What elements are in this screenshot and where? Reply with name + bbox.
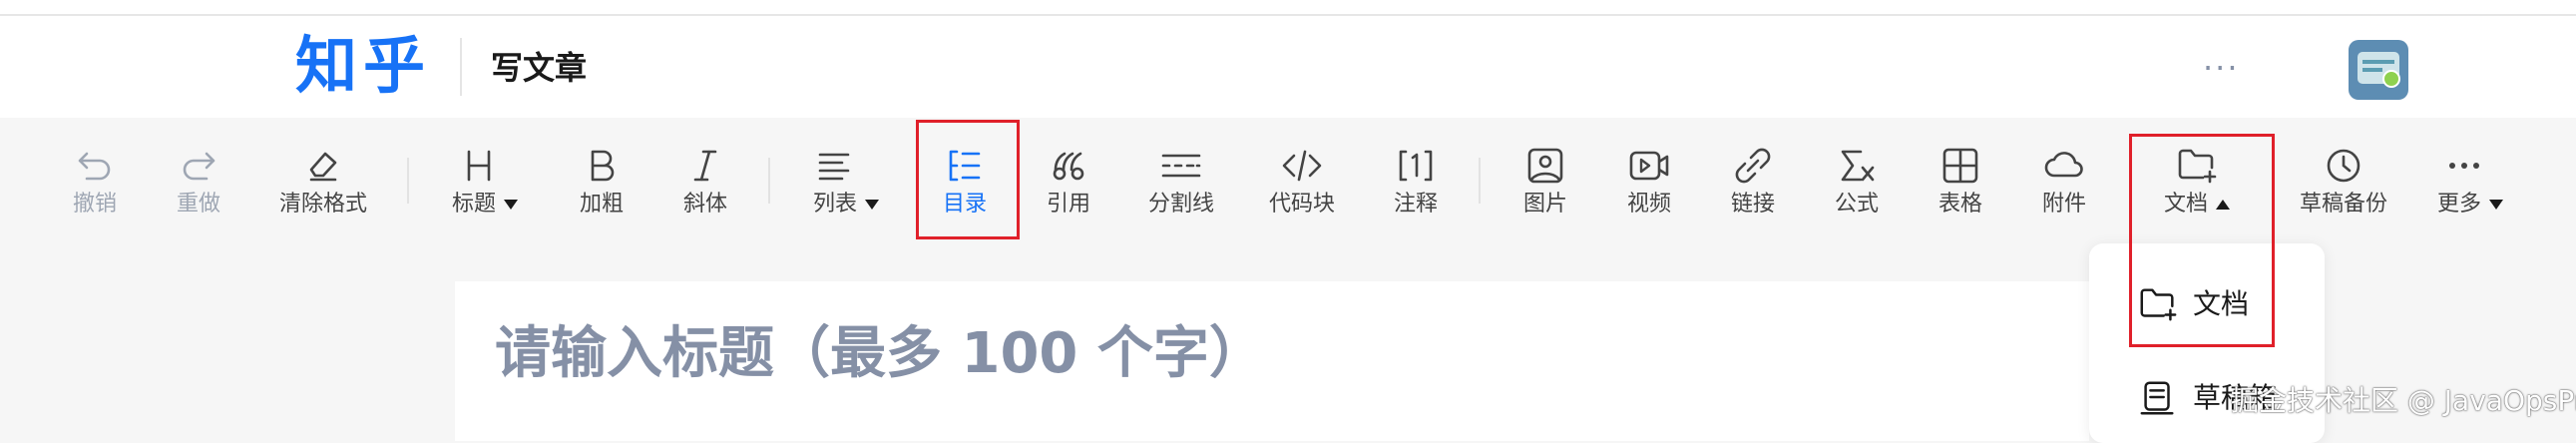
header-more-icon[interactable]: ···	[2203, 48, 2240, 88]
redo-label: 重做	[176, 192, 220, 217]
clear-format-button[interactable]: 清除格式	[271, 118, 375, 245]
table-button[interactable]: 表格	[1928, 118, 1993, 245]
window-top-border	[0, 0, 2576, 16]
code-block-label: 代码块	[1268, 192, 1335, 217]
toolbar-separator	[768, 158, 770, 204]
quote-label: 引用	[1046, 192, 1090, 217]
heading-icon	[467, 150, 491, 182]
attachment-label: 附件	[2041, 192, 2086, 217]
watermark: 掘金技术社区 @ JavaOpsPro	[2231, 384, 2576, 417]
more-dots-icon	[2449, 163, 2479, 169]
toc-label: 目录	[942, 192, 987, 217]
bold-icon	[591, 150, 615, 182]
link-button[interactable]: 链接	[1720, 118, 1786, 245]
page-title: 写文章	[491, 49, 588, 87]
clear-format-label: 清除格式	[278, 192, 367, 217]
link-label: 链接	[1730, 192, 1775, 217]
table-icon	[1942, 148, 1978, 184]
drafts-icon	[2140, 381, 2174, 415]
avatar[interactable]	[2349, 40, 2408, 100]
divider-icon	[1161, 154, 1201, 178]
divider-button[interactable]: 分割线	[1137, 118, 1225, 245]
editor-area	[455, 281, 2089, 441]
quote-button[interactable]: 引用	[1036, 118, 1101, 245]
draft-backup-button[interactable]: 草稿备份	[2299, 118, 2388, 245]
undo-label: 撤销	[72, 192, 117, 217]
list-icon	[818, 153, 850, 181]
document-button[interactable]: 文档	[2157, 118, 2237, 245]
image-button[interactable]: 图片	[1512, 118, 1578, 245]
heading-button[interactable]: 标题	[445, 118, 525, 245]
footnote-label: 注释	[1393, 192, 1438, 217]
quote-icon	[1053, 152, 1084, 181]
italic-label: 斜体	[682, 192, 727, 217]
folder-add-icon	[2178, 149, 2217, 184]
caret-down-icon	[504, 200, 518, 210]
avatar-line-shape	[2362, 60, 2394, 64]
undo-button[interactable]: 撤销	[62, 118, 128, 245]
footnote-button[interactable]: 注释	[1383, 118, 1449, 245]
redo-button[interactable]: 重做	[166, 118, 231, 245]
footnote-icon	[1399, 150, 1433, 182]
top-header: 知乎 写文章 ···	[0, 16, 2576, 118]
video-button[interactable]: 视频	[1616, 118, 1682, 245]
header-divider	[460, 38, 462, 96]
attachment-button[interactable]: 附件	[2031, 118, 2097, 245]
caret-down-icon	[2489, 200, 2503, 210]
caret-up-icon	[2216, 200, 2230, 210]
list-label-text: 列表	[812, 192, 857, 217]
code-block-button[interactable]: 代码块	[1257, 118, 1347, 245]
formula-button[interactable]: 公式	[1824, 118, 1890, 245]
italic-icon	[693, 150, 717, 182]
title-input[interactable]	[495, 321, 1991, 386]
table-label: 表格	[1937, 192, 1982, 217]
avatar-line-shape	[2362, 68, 2382, 72]
draft-backup-label: 草稿备份	[2299, 192, 2387, 217]
more-label-text: 更多	[2436, 192, 2481, 217]
editor-toolbar: 撤销 重做 清除格式 标题 加粗 斜体 列表 目录 引用 分割线 代码块 注释 …	[0, 118, 2576, 245]
dropdown-item-document[interactable]: 文档	[2089, 273, 2325, 333]
toc-icon	[949, 150, 981, 182]
toc-button[interactable]: 目录	[932, 118, 998, 245]
avatar-badge-shape	[2382, 70, 2400, 88]
bold-button[interactable]: 加粗	[569, 118, 635, 245]
code-icon	[1282, 150, 1322, 182]
formula-label: 公式	[1834, 192, 1879, 217]
document-label-text: 文档	[2163, 192, 2208, 217]
folder-add-icon	[2140, 288, 2177, 321]
document-label: 文档	[2157, 190, 2237, 220]
toolbar-separator	[1479, 158, 1481, 204]
undo-icon	[78, 152, 111, 181]
list-button[interactable]: 列表	[806, 118, 886, 245]
image-icon	[1527, 148, 1563, 184]
toolbar-separator	[407, 158, 409, 204]
divider-label: 分割线	[1147, 192, 1214, 217]
eraser-icon	[309, 152, 337, 182]
bold-label: 加粗	[579, 192, 624, 217]
clock-icon	[2327, 149, 2361, 183]
list-label: 列表	[806, 190, 886, 220]
italic-button[interactable]: 斜体	[672, 118, 738, 245]
redo-icon	[183, 152, 215, 181]
more-label: 更多	[2430, 190, 2510, 220]
video-label: 视频	[1626, 192, 1671, 217]
heading-label-text: 标题	[451, 192, 496, 217]
image-label: 图片	[1522, 192, 1567, 217]
zhihu-logo[interactable]: 知乎	[295, 30, 431, 102]
formula-icon	[1841, 150, 1875, 182]
link-icon	[1735, 148, 1771, 184]
dropdown-item-label: 文档	[2193, 287, 2250, 320]
video-icon	[1629, 151, 1669, 181]
more-button[interactable]: 更多	[2430, 118, 2510, 245]
cloud-upload-icon	[2044, 152, 2083, 178]
heading-label: 标题	[445, 190, 525, 220]
caret-down-icon	[865, 200, 879, 210]
